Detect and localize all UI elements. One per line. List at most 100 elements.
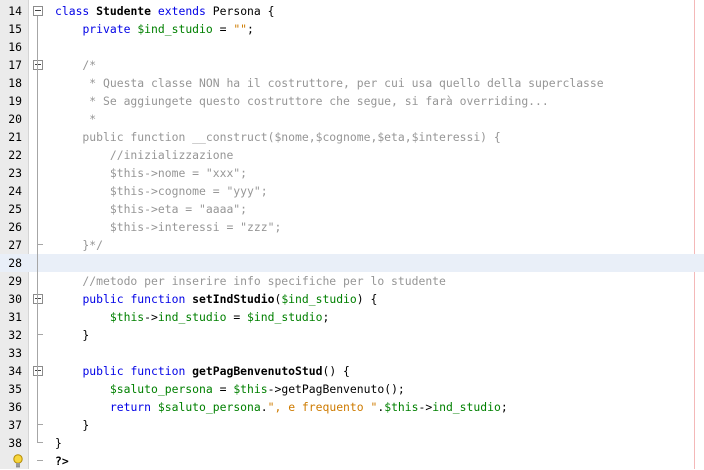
code-line[interactable]: 37 } (0, 416, 704, 434)
code-line[interactable]: 28 (0, 254, 704, 272)
code-token: ; (500, 400, 508, 414)
line-number: 14 (8, 4, 22, 18)
code-line[interactable]: 35 $saluto_persona = $this->getPagBenven… (0, 380, 704, 398)
code-text: $saluto_persona = $this->getPagBenvenuto… (55, 380, 405, 398)
fold-collapse-icon[interactable] (33, 366, 43, 376)
code-line[interactable]: 32 } (0, 326, 704, 344)
code-token: $this (384, 400, 419, 414)
line-number: 21 (8, 130, 22, 144)
line-number: 31 (8, 310, 22, 324)
code-token: = (226, 310, 248, 324)
line-number: 18 (8, 76, 22, 90)
code-token: Persona { (212, 4, 275, 18)
code-token: extends (157, 4, 213, 18)
code-token: ; (322, 310, 330, 324)
code-line[interactable]: 38} (0, 434, 704, 452)
code-token: * Questa classe NON ha il costruttore, p… (55, 76, 604, 90)
code-token: ) { (356, 292, 378, 306)
line-number: 22 (8, 148, 22, 162)
fold-guide (37, 16, 38, 443)
code-line[interactable]: 20 * (0, 110, 704, 128)
code-text: public function __construct($nome,$cogno… (55, 128, 501, 146)
code-editor[interactable]: 14 class Studente extends Persona {15 pri… (0, 0, 704, 469)
code-text: * (55, 110, 96, 128)
line-number: 35 (8, 382, 22, 396)
code-text: $this->interessi = "zzz"; (55, 218, 281, 236)
code-token: $saluto_persona (157, 400, 261, 414)
code-token: = (212, 22, 234, 36)
code-token: $ind_studio (281, 292, 357, 306)
code-token: = (212, 382, 234, 396)
code-line[interactable]: 27 }*/ (0, 236, 704, 254)
code-token: private (82, 22, 138, 36)
code-token: $this->cognome = "yyy"; (55, 184, 268, 198)
code-token: $this->nome = "xxx"; (55, 166, 248, 180)
code-line[interactable]: 26 $this->interessi = "zzz"; (0, 218, 704, 236)
code-token: } (55, 436, 62, 450)
code-token: $ind_studio (137, 22, 213, 36)
code-line[interactable]: 22 //inizializzazione (0, 146, 704, 164)
code-line[interactable]: 21 public function __construct($nome,$co… (0, 128, 704, 146)
line-number: 29 (8, 274, 22, 288)
code-line[interactable]: ?> (0, 452, 704, 470)
code-token: public function (82, 292, 193, 306)
code-token: * Se aggiungete questo costruttore che s… (55, 94, 549, 108)
code-token: public function __construct($nome,$cogno… (55, 130, 501, 144)
line-number: 24 (8, 184, 22, 198)
code-text: }*/ (55, 236, 103, 254)
fold-collapse-icon[interactable] (33, 6, 43, 16)
code-line[interactable]: 25 $this->eta = "aaaa"; (0, 200, 704, 218)
code-text: $this->cognome = "yyy"; (55, 182, 268, 200)
code-text: $this->nome = "xxx"; (55, 164, 247, 182)
line-number: 25 (8, 202, 22, 216)
code-line[interactable]: 15 private $ind_studio = ""; (0, 20, 704, 38)
code-line[interactable]: 23 $this->nome = "xxx"; (0, 164, 704, 182)
code-text: } (55, 326, 89, 344)
code-text: } (55, 434, 62, 452)
line-number: 16 (8, 40, 22, 54)
code-text: * Questa classe NON ha il costruttore, p… (55, 74, 604, 92)
line-number: 33 (8, 346, 22, 360)
code-line[interactable]: 14 class Studente extends Persona { (0, 2, 704, 20)
code-line[interactable]: 33 (0, 344, 704, 362)
code-line[interactable]: 36 return $saluto_persona.", e frequento… (0, 398, 704, 416)
fold-collapse-icon[interactable] (33, 294, 43, 304)
code-token: public function (82, 364, 193, 378)
code-token: $this->interessi = "zzz"; (55, 220, 282, 234)
code-line[interactable]: 31 $this->ind_studio = $ind_studio; (0, 308, 704, 326)
code-line[interactable]: 24 $this->cognome = "yyy"; (0, 182, 704, 200)
code-line[interactable]: 34 public function getPagBenvenutoStud()… (0, 362, 704, 380)
code-line[interactable]: 17 /* (0, 56, 704, 74)
lightbulb-icon[interactable] (12, 454, 24, 468)
code-token: //metodo per inserire info specifiche pe… (55, 274, 446, 288)
code-text: public function setIndStudio($ind_studio… (55, 290, 377, 308)
code-line[interactable]: 16 (0, 38, 704, 56)
fold-end-marker (37, 460, 43, 461)
code-line[interactable]: 30 public function setIndStudio($ind_stu… (0, 290, 704, 308)
code-line[interactable]: 18 * Questa classe NON ha il costruttore… (0, 74, 704, 92)
code-token: } (55, 418, 90, 432)
line-number: 32 (8, 328, 22, 342)
line-number: 28 (8, 256, 22, 270)
code-token: $this->eta = "aaaa"; (55, 202, 248, 216)
line-number: 30 (8, 292, 22, 306)
code-token: $this (233, 382, 268, 396)
fold-collapse-icon[interactable] (33, 60, 43, 70)
code-token: } (55, 328, 90, 342)
code-token: -> (418, 400, 433, 414)
code-text: } (55, 416, 89, 434)
code-text: public function getPagBenvenutoStud() { (55, 362, 349, 380)
line-number: 37 (8, 418, 22, 432)
code-line[interactable]: 19 * Se aggiungete questo costruttore ch… (0, 92, 704, 110)
code-token: ind_studio (432, 400, 501, 414)
code-token: ind_studio (157, 310, 227, 324)
code-text: //inizializzazione (55, 146, 233, 164)
code-text: //metodo per inserire info specifiche pe… (55, 272, 446, 290)
code-token: $this (109, 310, 145, 324)
code-line[interactable]: 29 //metodo per inserire info specifiche… (0, 272, 704, 290)
line-number: 38 (8, 436, 22, 450)
line-number: 23 (8, 166, 22, 180)
code-token: ", e frequento " (267, 400, 378, 414)
code-token: /* (55, 58, 97, 72)
